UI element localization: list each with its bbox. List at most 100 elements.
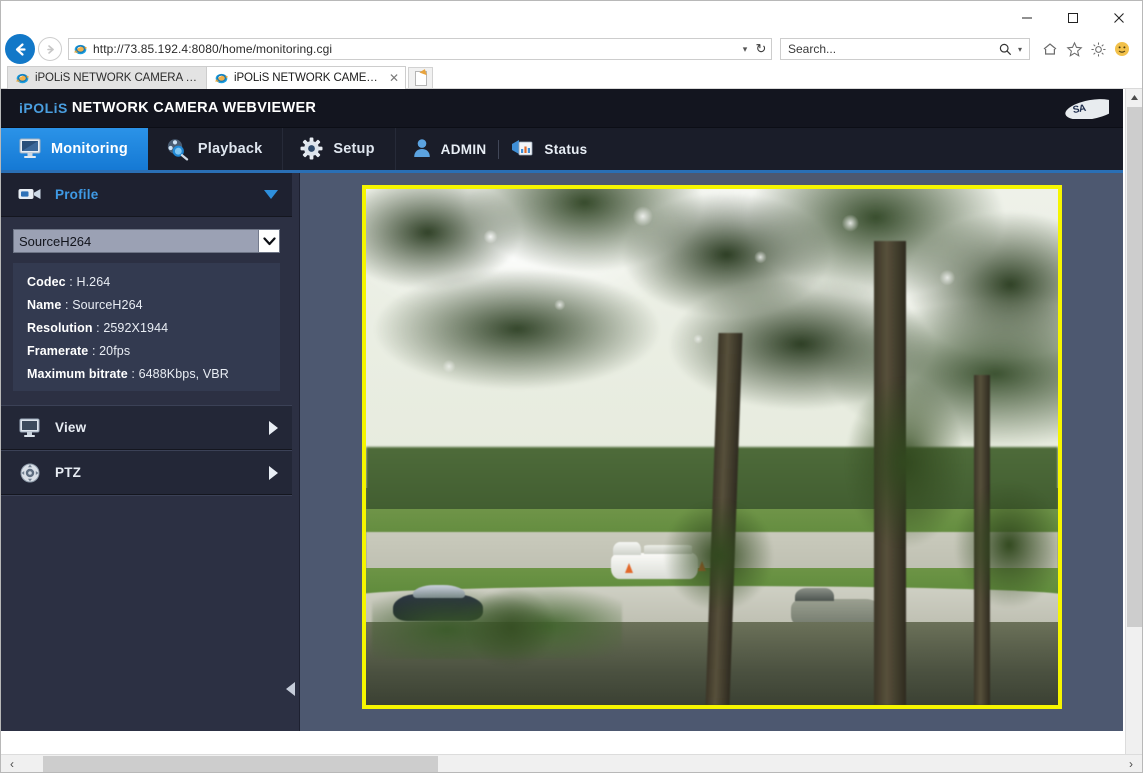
profile-detail-bitrate-label: Maximum bitrate — [27, 367, 128, 381]
camcorder-icon — [17, 184, 43, 206]
search-dropdown-icon[interactable]: ▾ — [1014, 45, 1026, 54]
chevron-right-icon[interactable] — [269, 466, 278, 480]
browser-tab-2-title: iPOLiS NETWORK CAMERA ... — [234, 72, 382, 84]
browser-toolbar-icons — [1038, 37, 1134, 61]
profile-detail-name: Name : SourceH264 — [27, 298, 280, 312]
profile-detail-resolution-value: 2592X1944 — [103, 321, 168, 335]
vertical-scrollbar-thumb[interactable] — [1127, 107, 1142, 627]
scene-traffic-cone — [698, 561, 706, 571]
scene-foreground-shrubs — [372, 586, 621, 658]
film-magnifier-icon — [164, 137, 190, 161]
admin-label[interactable]: ADMIN — [441, 142, 487, 157]
app-brand-title: NETWORK CAMERA WEBVIEWER — [72, 100, 316, 116]
profile-detail-framerate-label: Framerate — [27, 344, 88, 358]
horizontal-scrollbar-thumb[interactable] — [43, 756, 438, 772]
profile-detail-name-value: SourceH264 — [72, 298, 143, 312]
profile-select[interactable]: SourceH264 — [13, 229, 280, 253]
tab-playback[interactable]: Playback — [148, 128, 283, 170]
profile-select-value: SourceH264 — [19, 234, 279, 249]
live-video-image — [366, 189, 1058, 705]
corner-logo-text: SA — [1072, 103, 1087, 116]
profile-panel: SourceH264 Codec : H.264 — [1, 217, 292, 405]
close-tab-icon[interactable]: ✕ — [389, 71, 399, 85]
sidebar-item-view[interactable]: View — [1, 406, 292, 450]
status-chart-icon — [511, 137, 535, 161]
app-header: iPOLiS NETWORK CAMERA WEBVIEWER SA — [1, 89, 1123, 128]
browser-tab-strip: iPOLiS NETWORK CAMERA WE... iPOLiS NETWO… — [1, 64, 1142, 89]
profile-detail-codec-label: Codec — [27, 275, 66, 289]
scene-tree-trunk — [874, 241, 906, 705]
tab-setup[interactable]: Setup — [283, 128, 395, 170]
horizontal-scrollbar-track[interactable] — [23, 756, 1120, 771]
minimize-button[interactable] — [1004, 1, 1050, 34]
sidebar: Profile SourceH264 — [1, 173, 300, 731]
browser-window: http://73.85.192.4:8080/home/monitoring.… — [0, 0, 1143, 773]
settings-gear-icon[interactable] — [1086, 37, 1110, 61]
address-dropdown-icon[interactable]: ▾ — [737, 39, 753, 59]
nav-divider — [498, 140, 499, 159]
profile-detail-framerate-value: 20fps — [99, 344, 130, 358]
profile-detail-codec: Codec : H.264 — [27, 275, 280, 289]
close-window-button[interactable] — [1096, 1, 1142, 34]
sidebar-profile-label: Profile — [55, 187, 252, 202]
search-input[interactable]: Search... — [788, 42, 996, 56]
scroll-up-icon[interactable] — [1126, 89, 1142, 106]
browser-tab-1[interactable]: iPOLiS NETWORK CAMERA WE... — [7, 66, 207, 89]
refresh-icon[interactable]: ↻ — [753, 39, 769, 59]
search-box[interactable]: Search... ▾ — [780, 38, 1030, 60]
sidebar-view-label: View — [55, 420, 257, 435]
address-bar[interactable]: http://73.85.192.4:8080/home/monitoring.… — [68, 38, 772, 60]
chevron-down-icon[interactable] — [258, 230, 279, 252]
scroll-right-icon[interactable]: › — [1120, 755, 1142, 773]
nav-right-group: ADMIN Status — [396, 128, 588, 170]
tab-monitoring-label: Monitoring — [51, 141, 128, 157]
scene-tree-trunk — [974, 375, 989, 705]
url-text: http://73.85.192.4:8080/home/monitoring.… — [93, 42, 737, 56]
back-button[interactable] — [5, 34, 35, 64]
window-controls — [1004, 1, 1142, 34]
browser-tab-2[interactable]: iPOLiS NETWORK CAMERA ... ✕ — [206, 66, 406, 89]
maximize-button[interactable] — [1050, 1, 1096, 34]
chevron-right-icon[interactable] — [269, 421, 278, 435]
profile-detail-bitrate-value: 6488Kbps, VBR — [139, 367, 229, 381]
forward-button[interactable] — [38, 37, 62, 61]
internet-explorer-icon — [214, 71, 229, 86]
app-brand-prefix: iPOLiS — [19, 100, 68, 116]
app-body: Profile SourceH264 — [1, 173, 1123, 731]
internet-explorer-icon — [15, 71, 30, 86]
user-icon — [412, 137, 432, 161]
collapse-sidebar-arrow[interactable] — [286, 682, 295, 696]
tab-setup-label: Setup — [333, 141, 374, 157]
sidebar-item-profile[interactable]: Profile — [1, 173, 292, 217]
profile-detail-framerate: Framerate : 20fps — [27, 344, 280, 358]
sidebar-item-ptz[interactable]: PTZ — [1, 451, 292, 495]
tab-monitoring[interactable]: Monitoring — [1, 128, 148, 170]
app-nav-bar: Monitoring Playbac — [1, 128, 1123, 173]
chevron-down-icon[interactable] — [264, 190, 278, 199]
browser-navigation-bar: http://73.85.192.4:8080/home/monitoring.… — [1, 34, 1142, 64]
ptz-joystick-icon — [17, 462, 43, 484]
monitor-icon — [17, 417, 43, 439]
profile-details: Codec : H.264 Name : SourceH264 Resoluti… — [13, 263, 280, 391]
profile-detail-name-label: Name — [27, 298, 61, 312]
status-label[interactable]: Status — [544, 142, 587, 157]
scene-traffic-cone — [625, 563, 633, 573]
browser-tab-1-title: iPOLiS NETWORK CAMERA WE... — [35, 72, 200, 84]
scroll-left-icon[interactable]: ‹ — [1, 755, 23, 773]
page-viewport: iPOLiS NETWORK CAMERA WEBVIEWER SA — [1, 89, 1142, 772]
page-vertical-scrollbar[interactable] — [1125, 89, 1142, 772]
new-tab-button[interactable] — [408, 67, 433, 89]
search-icon[interactable] — [996, 43, 1014, 56]
browser-titlebar — [1, 1, 1142, 34]
sidebar-divider — [1, 495, 292, 496]
home-icon[interactable] — [1038, 37, 1062, 61]
profile-detail-resolution-label: Resolution — [27, 321, 93, 335]
samsung-corner-logo: SA — [1061, 93, 1109, 119]
tab-playback-label: Playback — [198, 141, 262, 157]
new-tab-icon — [415, 71, 427, 86]
page-horizontal-scrollbar[interactable]: ‹ › — [1, 754, 1142, 772]
smiley-feedback-icon[interactable] — [1110, 37, 1134, 61]
favorites-star-icon[interactable] — [1062, 37, 1086, 61]
profile-detail-codec-value: H.264 — [76, 275, 110, 289]
live-video-frame[interactable] — [362, 185, 1062, 709]
